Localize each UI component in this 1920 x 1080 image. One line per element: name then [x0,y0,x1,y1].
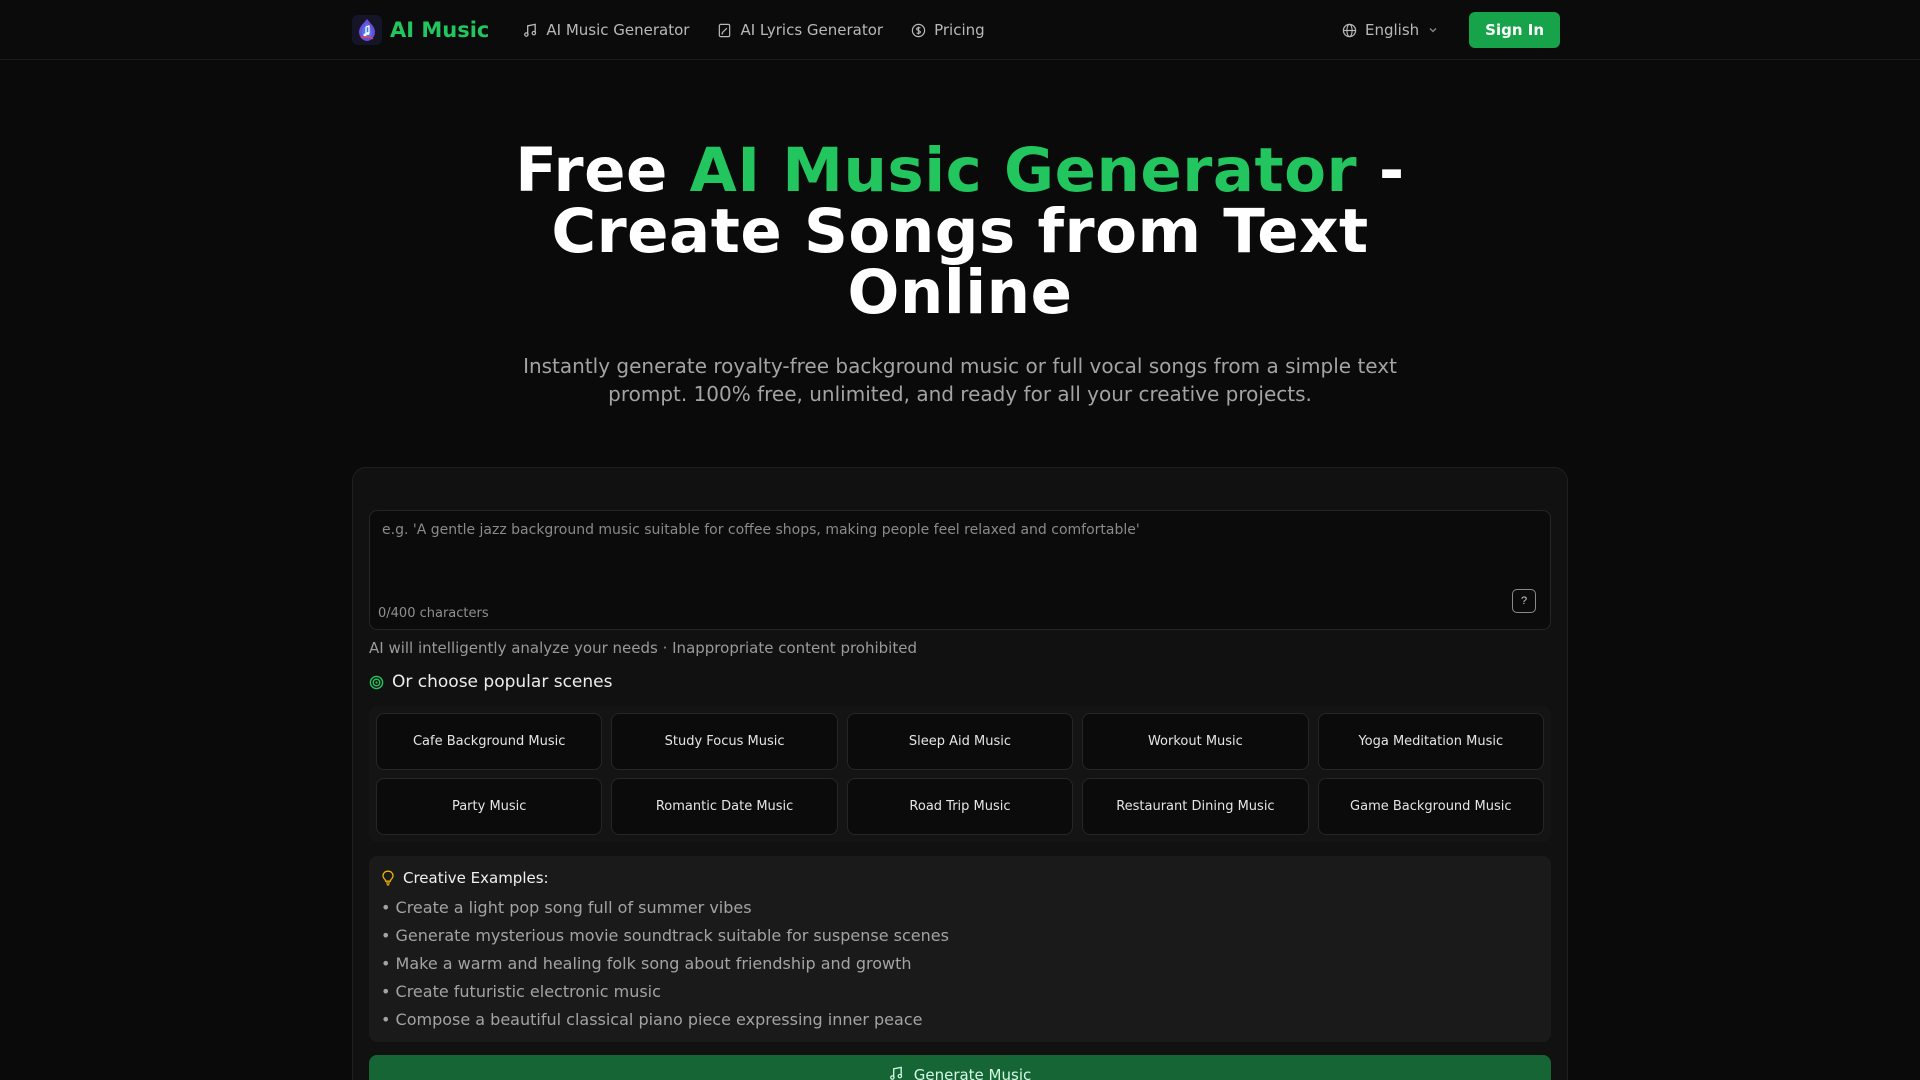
language-selector[interactable]: English [1342,21,1439,39]
main-nav: AI Music Generator AI Lyrics Generator P… [523,21,985,39]
scene-workout[interactable]: Workout Music [1082,713,1309,770]
scene-party[interactable]: Party Music [376,778,603,835]
scene-sleep-aid[interactable]: Sleep Aid Music [846,713,1074,770]
chevron-down-icon [1429,28,1437,33]
nav-label: AI Lyrics Generator [740,21,884,39]
nav-ai-music-generator[interactable]: AI Music Generator [523,21,689,39]
help-button[interactable]: ? [1512,589,1536,613]
scene-romantic-date[interactable]: Romantic Date Music [611,778,838,835]
scene-restaurant-dining[interactable]: Restaurant Dining Music [1082,778,1309,835]
header-right: English Sign In [1342,12,1560,48]
scene-game-background[interactable]: Game Background Music [1317,778,1544,835]
scene-cafe-background[interactable]: Cafe Background Music [376,713,603,770]
nav-label: Pricing [934,21,985,39]
prompt-input[interactable] [370,511,1550,601]
generate-label: Generate Music [913,1066,1032,1080]
scene-study-focus[interactable]: Study Focus Music [611,713,838,770]
lightbulb-icon [382,870,394,886]
header-inner: AI Music AI Music Generator AI Lyrics Ge… [352,0,1560,60]
examples-list: • Create a light pop song full of summer… [381,894,1539,1034]
logo-icon [352,15,382,45]
globe-icon [1342,23,1357,37]
page-subtitle: Instantly generate royalty-free backgrou… [523,354,1397,406]
sign-in-button[interactable]: Sign In [1469,12,1560,48]
scenes-heading: Or choose popular scenes [369,672,612,692]
document-edit-icon [719,23,731,37]
examples-heading: Creative Examples: [381,866,1539,890]
logo-text: AI Music [390,18,490,42]
scenes-title: Or choose popular scenes [392,672,613,692]
nav-pricing[interactable]: Pricing [911,21,985,39]
dollar-circle-icon [911,23,926,37]
char-count: 0/400 characters [378,606,489,621]
generator-card: 0/400 characters ? AI will intelligently… [352,467,1568,1080]
example-item[interactable]: • Make a warm and healing folk song abou… [381,950,1539,978]
target-icon [369,675,384,689]
examples-title: Creative Examples: [403,869,549,887]
music-note-icon [889,1066,902,1080]
example-item[interactable]: • Generate mysterious movie soundtrack s… [381,922,1539,950]
scene-yoga-meditation[interactable]: Yoga Meditation Music [1317,713,1544,770]
language-label: English [1364,21,1420,39]
nav-ai-lyrics-generator[interactable]: AI Lyrics Generator [717,21,883,39]
creative-examples: Creative Examples: • Create a light pop … [369,856,1551,1042]
generate-music-button[interactable]: Generate Music [369,1055,1551,1080]
prompt-box: 0/400 characters ? [369,510,1551,630]
page-title: Free AI Music Generator - Create Songs f… [460,140,1460,323]
example-item[interactable]: • Create futuristic electronic music [381,978,1539,1006]
scene-grid: Cafe Background Music Study Focus Music … [369,706,1551,842]
prompt-hint: AI will intelligently analyze your needs… [369,639,917,657]
example-item[interactable]: • Create a light pop song full of summer… [381,894,1539,922]
scene-road-trip[interactable]: Road Trip Music [846,778,1074,835]
music-note-icon [524,23,537,37]
example-item[interactable]: • Compose a beautiful classical piano pi… [381,1006,1539,1034]
logo[interactable]: AI Music [352,15,489,45]
site-header: AI Music AI Music Generator AI Lyrics Ge… [0,0,1920,60]
nav-label: AI Music Generator [546,21,690,39]
